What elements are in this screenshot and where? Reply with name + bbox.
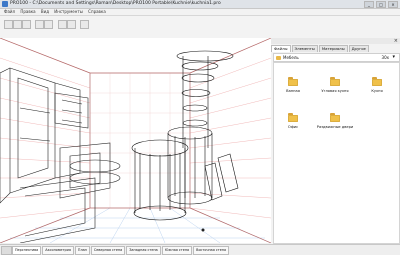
toolbar (0, 16, 400, 39)
folder-icon (288, 113, 298, 122)
open-icon[interactable] (13, 20, 22, 29)
chevron-down-icon[interactable]: ▾ (392, 54, 395, 60)
menu-view[interactable]: Вид (41, 9, 49, 15)
item-label: Раздвижные двери (316, 125, 354, 129)
3d-viewport[interactable] (0, 37, 272, 244)
redo-icon[interactable] (44, 20, 53, 29)
tab-files[interactable]: Файлы (271, 45, 291, 52)
folder-icon (288, 77, 298, 86)
menu-bar: Файл Правка Вид Инструменты Справка (0, 9, 400, 16)
list-item[interactable]: Ванная (274, 77, 312, 101)
panel-close-icon[interactable]: × (394, 38, 398, 44)
undo-icon[interactable] (35, 20, 44, 29)
menu-tools[interactable]: Инструменты (54, 9, 83, 15)
save-icon[interactable] (22, 20, 31, 29)
status-bar (271, 244, 400, 255)
tab-other[interactable]: Другое (348, 45, 369, 52)
list-item[interactable]: Угловая кухня (316, 77, 354, 101)
close-button[interactable]: × (388, 1, 398, 8)
wireframe-view[interactable] (0, 37, 272, 244)
library-panel: × Файлы Элементы Материалы Другое Мебель… (271, 38, 400, 244)
zoom-select[interactable]: 30x (382, 55, 389, 60)
tab-elements[interactable]: Элементы (291, 45, 318, 52)
maximize-button[interactable]: □ (376, 1, 386, 8)
item-label: Кухня (371, 89, 383, 93)
folder-icon (330, 77, 340, 86)
window-title: PRO100 - C:\Documents and Settings\Roman… (10, 1, 221, 6)
window-controls: _ □ × (364, 1, 398, 8)
render-icon[interactable] (80, 20, 89, 29)
item-label: Угловая кухня (321, 89, 349, 93)
list-item[interactable]: Раздвижные двери (316, 113, 354, 137)
item-label: Ванная (286, 89, 300, 93)
app-icon (2, 1, 8, 7)
menu-file[interactable]: Файл (4, 9, 15, 15)
library-tabs: Файлы Элементы Материалы Другое (271, 45, 369, 52)
zoom-icon[interactable] (67, 20, 76, 29)
library-gallery: Ванная Угловая кухня Кухня Офис Раздвижн… (273, 62, 400, 244)
path-bar[interactable]: Мебель 30x ▾ (273, 53, 400, 62)
menu-edit[interactable]: Правка (20, 9, 35, 15)
list-item[interactable]: Кухня (358, 77, 396, 101)
folder-icon (330, 113, 340, 122)
panel-header: × (271, 38, 400, 44)
new-icon[interactable] (4, 20, 13, 29)
minimize-button[interactable]: _ (364, 1, 374, 8)
path-label: Мебель (283, 55, 299, 60)
folder-icon (276, 56, 281, 60)
tab-materials[interactable]: Материалы (318, 45, 348, 52)
list-item[interactable]: Офис (274, 113, 312, 137)
menu-help[interactable]: Справка (88, 9, 106, 15)
title-bar: PRO100 - C:\Documents and Settings\Roman… (0, 0, 400, 9)
view-tabs: Перспектива Аксонометрия План Северная с… (0, 244, 271, 255)
item-label: Офис (287, 125, 299, 129)
rotate-icon[interactable] (58, 20, 67, 29)
folder-icon (372, 77, 382, 86)
